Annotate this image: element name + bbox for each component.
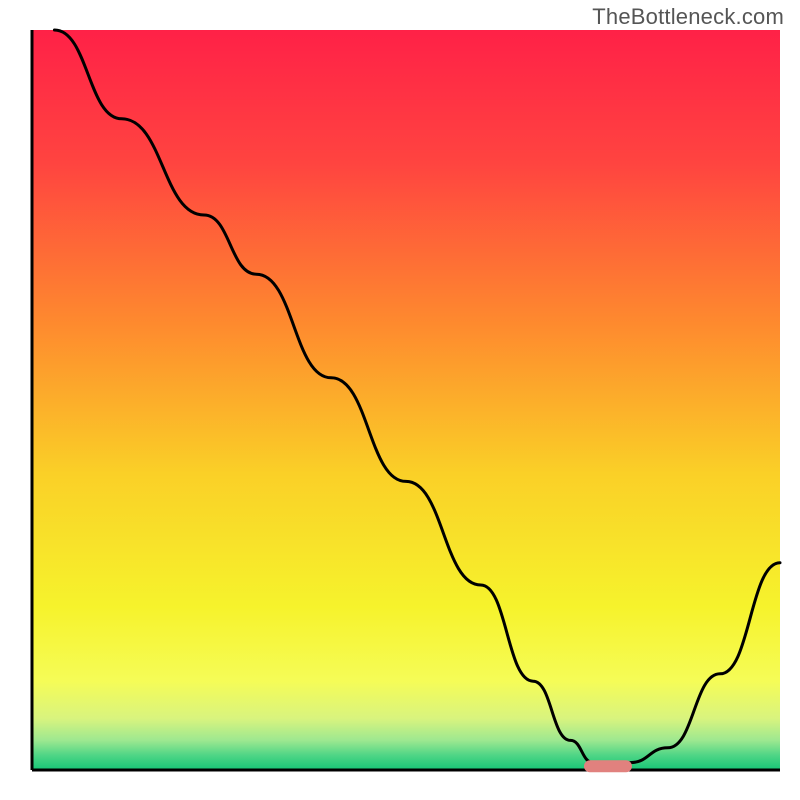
optimal-marker bbox=[584, 760, 632, 772]
bottleneck-chart bbox=[0, 0, 800, 800]
chart-plot-area bbox=[32, 30, 780, 770]
